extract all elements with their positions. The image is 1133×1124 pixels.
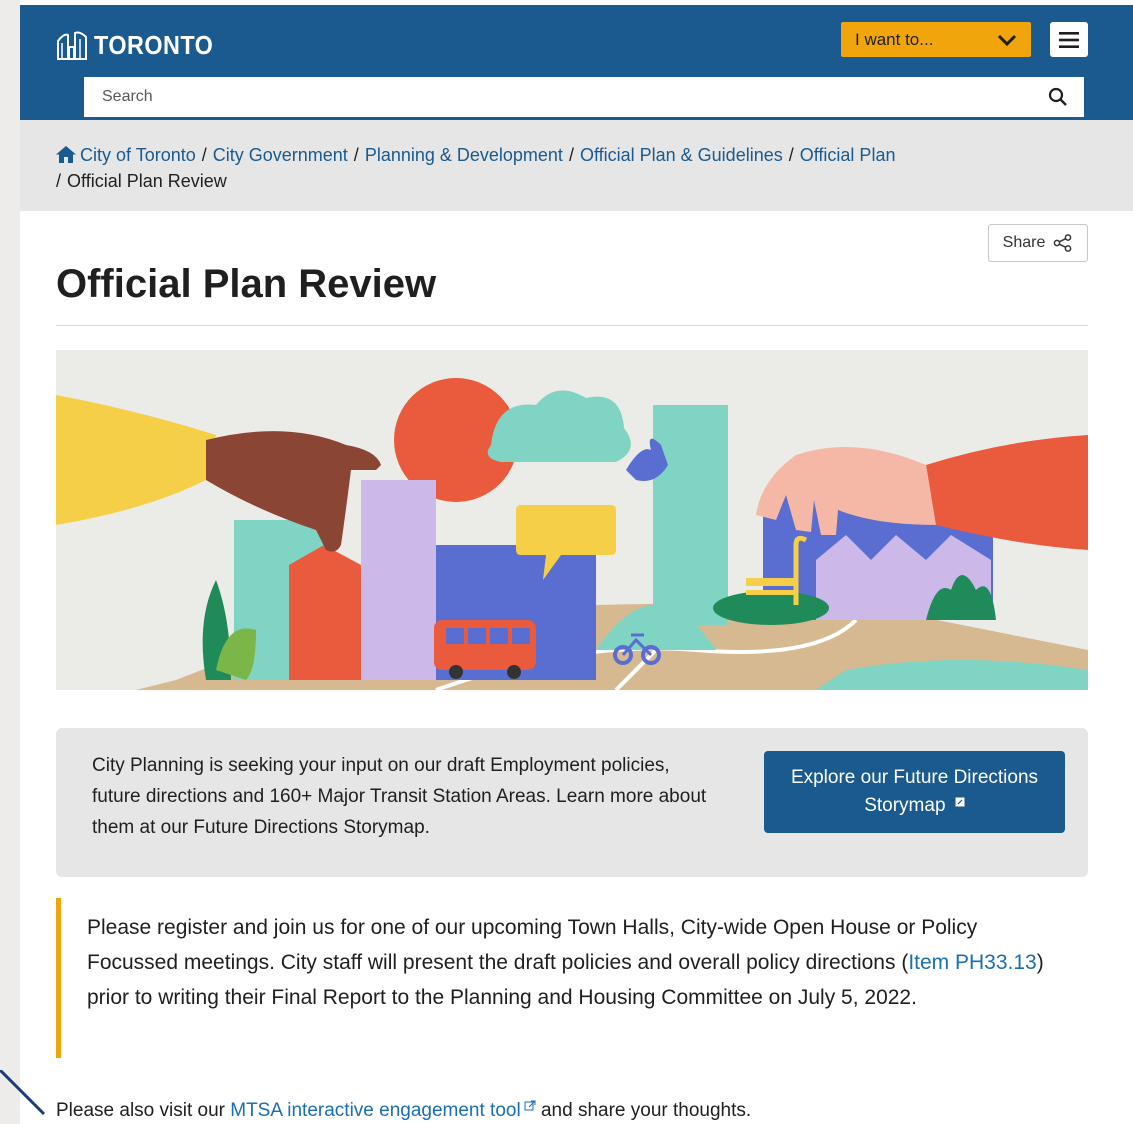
breadcrumb-separator: / (56, 171, 62, 191)
breadcrumb-current: Official Plan Review (67, 171, 227, 191)
explore-storymap-label: Explore our Future Directions Storymap (790, 767, 1039, 816)
share-button[interactable]: Share (988, 224, 1088, 262)
breadcrumb-official-plan[interactable]: Official Plan (800, 145, 896, 165)
city-hall-icon (57, 31, 87, 60)
i-want-to-label: I want to... (855, 29, 934, 49)
mtsa-paragraph: Please also visit our MTSA interactive e… (56, 1100, 751, 1122)
town-hall-notice: Please register and join us for one of o… (56, 898, 1056, 1058)
breadcrumb-official-plan-guidelines[interactable]: Official Plan & Guidelines (580, 145, 783, 165)
breadcrumb-city-government[interactable]: City Government (213, 145, 348, 165)
chevron-down-icon (997, 34, 1017, 46)
breadcrumb-planning-development[interactable]: Planning & Development (365, 145, 563, 165)
storymap-callout: City Planning is seeking your input on o… (56, 728, 1088, 877)
share-icon (1053, 234, 1072, 252)
mtsa-text-before: Please also visit our (56, 1100, 231, 1121)
breadcrumb-separator: / (353, 145, 359, 165)
search-input[interactable] (100, 87, 1004, 107)
callout-text: City Planning is seeking your input on o… (92, 755, 707, 838)
menu-button[interactable] (1050, 22, 1088, 57)
hamburger-icon (1059, 31, 1079, 48)
title-divider (56, 325, 1088, 326)
breadcrumb-separator: / (568, 145, 574, 165)
breadcrumb-separator: / (201, 145, 207, 165)
page-title: Official Plan Review (56, 262, 437, 306)
page: TORONTO I want to... City of T (20, 0, 1133, 1124)
mtsa-tool-link[interactable]: MTSA interactive engagement tool (230, 1100, 520, 1121)
item-ph33-13-link[interactable]: Item PH33.13 (908, 951, 1036, 974)
breadcrumb-city-of-toronto[interactable]: City of Toronto (80, 145, 196, 165)
site-header: TORONTO I want to... (20, 5, 1133, 120)
breadcrumb-separator: / (788, 145, 794, 165)
notice-text-before: Please register and join us for one of o… (87, 916, 978, 974)
toronto-logo[interactable]: TORONTO (56, 25, 227, 65)
decorative-arrow-icon (0, 1070, 46, 1116)
logo-text: TORONTO (94, 29, 214, 60)
external-link-icon (955, 797, 965, 807)
i-want-to-dropdown[interactable]: I want to... (841, 22, 1031, 57)
explore-storymap-button[interactable]: Explore our Future Directions Storymap (764, 751, 1065, 833)
external-link-icon (524, 1100, 536, 1111)
search-icon[interactable] (1048, 87, 1068, 107)
breadcrumb: City of Toronto / City Government / Planning… (20, 120, 1133, 211)
home-icon[interactable] (56, 146, 76, 163)
search-bar (84, 77, 1084, 117)
hero-illustration (56, 350, 1088, 690)
mtsa-text-after: and share your thoughts. (535, 1100, 752, 1121)
share-label: Share (1002, 234, 1046, 251)
